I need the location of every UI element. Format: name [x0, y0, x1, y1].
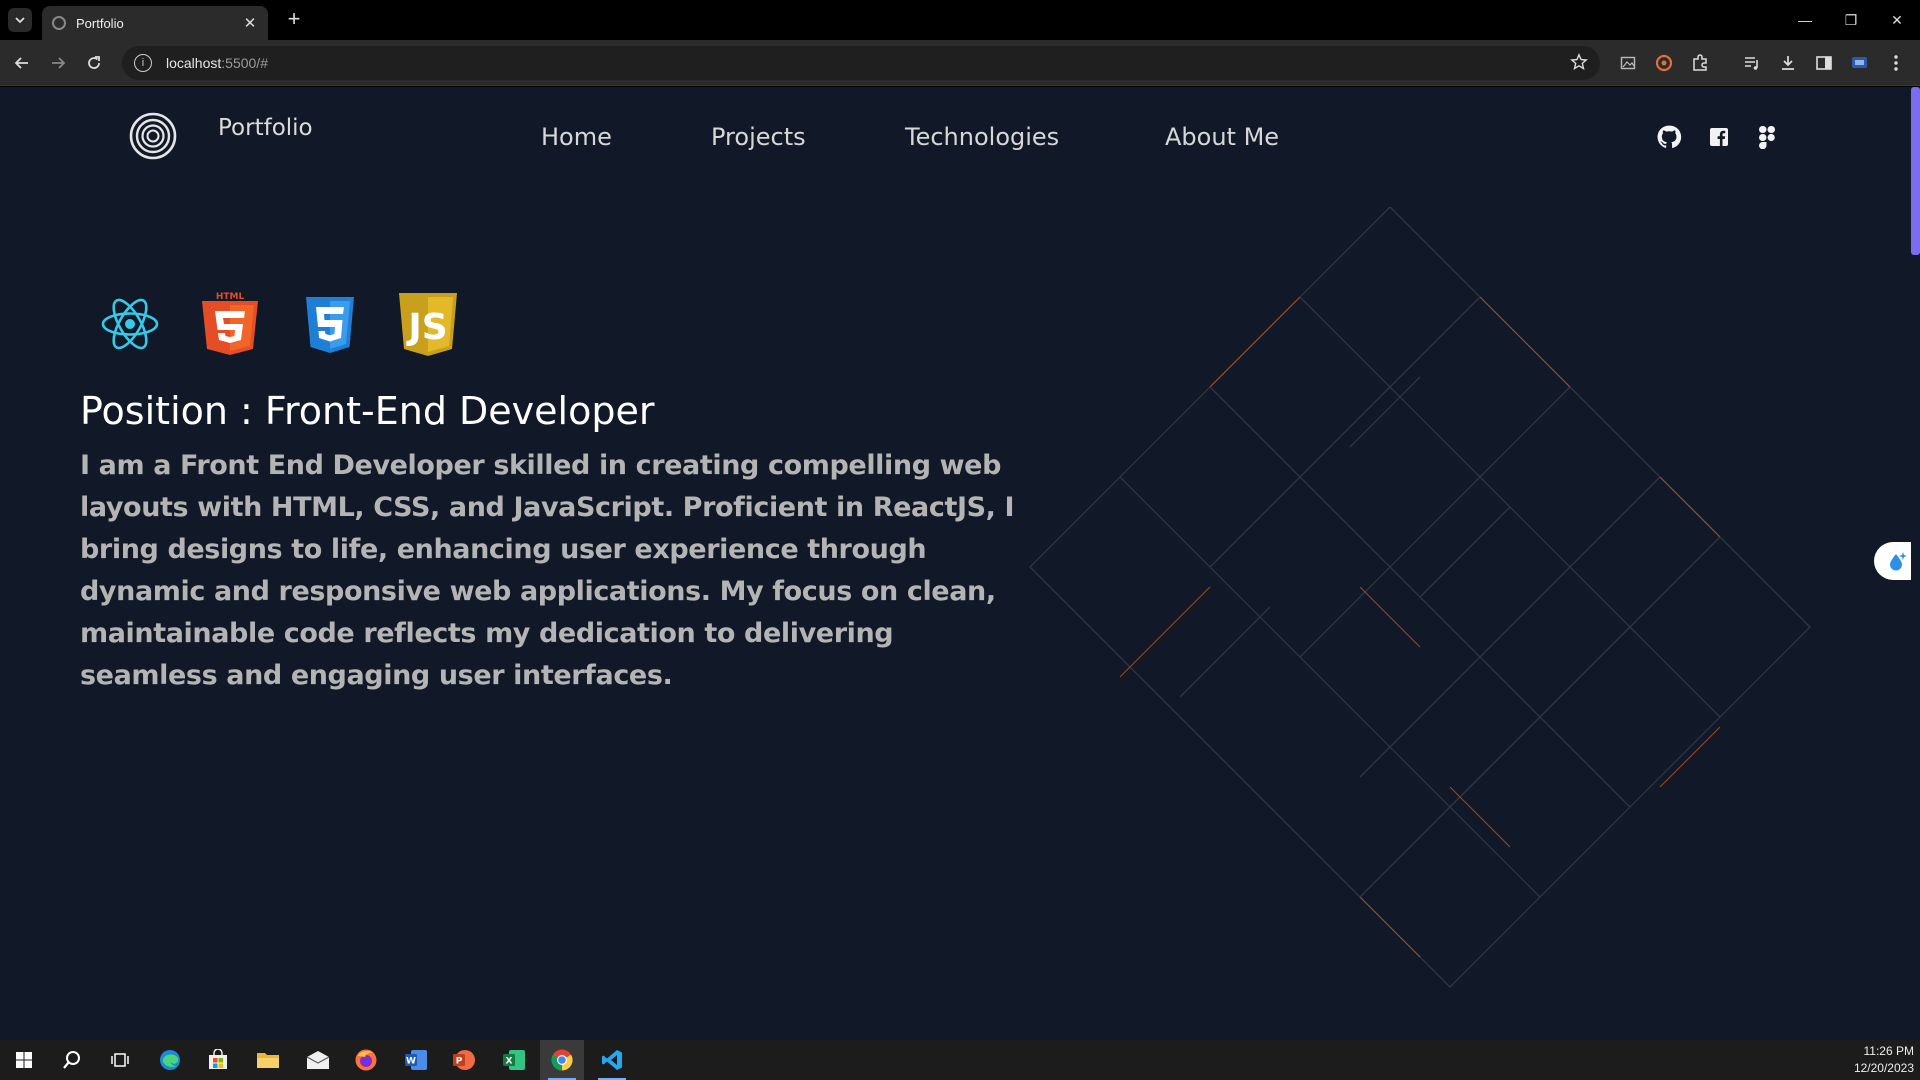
- taskbar-excel[interactable]: X: [492, 1040, 536, 1080]
- tab-search-button[interactable]: [8, 8, 32, 32]
- github-icon[interactable]: [1655, 123, 1683, 151]
- firefox-icon: [355, 1049, 377, 1071]
- taskbar-powerpoint[interactable]: P: [442, 1040, 486, 1080]
- taskbar-store[interactable]: [196, 1040, 240, 1080]
- image-extension-icon[interactable]: [1616, 51, 1640, 75]
- restore-button[interactable]: ❐: [1828, 0, 1874, 40]
- page-scrollbar[interactable]: [1911, 87, 1920, 1040]
- vscode-icon: [602, 1050, 622, 1070]
- scrollbar-thumb[interactable]: [1911, 87, 1920, 255]
- store-icon: [209, 1049, 227, 1069]
- css3-icon: [303, 293, 357, 361]
- react-icon: [100, 295, 160, 357]
- browser-toolbar: i localhost:5500/#: [0, 40, 1920, 86]
- minimize-button[interactable]: —: [1782, 0, 1828, 40]
- bookmark-star-icon[interactable]: [1570, 53, 1588, 75]
- globe-icon: [52, 16, 66, 30]
- address-bar[interactable]: i localhost:5500/#: [122, 46, 1600, 80]
- side-panel-icon[interactable]: [1812, 51, 1836, 75]
- sparkle-drop-icon: [1890, 552, 1907, 571]
- taskbar-edge[interactable]: [148, 1040, 192, 1080]
- task-view-button[interactable]: [98, 1040, 142, 1080]
- url-host: localhost: [166, 55, 222, 71]
- folder-icon: [257, 1053, 279, 1068]
- back-button[interactable]: [10, 51, 34, 75]
- brand-name[interactable]: Portfolio: [218, 115, 313, 141]
- tab-title: Portfolio: [76, 15, 124, 31]
- reload-icon: [88, 56, 100, 69]
- colorful-extension-icon[interactable]: [1652, 51, 1676, 75]
- clock-time: 11:26 PM: [1863, 1044, 1914, 1058]
- taskbar-search-button[interactable]: [50, 1040, 94, 1080]
- task-view-icon: [111, 1053, 129, 1067]
- taskbar-file-explorer[interactable]: [246, 1040, 290, 1080]
- media-playlist-icon[interactable]: [1740, 51, 1764, 75]
- page-viewport: Portfolio Home Projects Technologies Abo…: [0, 87, 1920, 1040]
- site-info-icon[interactable]: i: [134, 54, 152, 72]
- position-title: Position : Front-End Developer: [80, 389, 655, 433]
- figma-icon[interactable]: [1753, 123, 1781, 151]
- search-icon: [63, 1051, 80, 1069]
- taskbar-firefox[interactable]: [344, 1040, 388, 1080]
- svg-text:X: X: [506, 1057, 513, 1067]
- nav-about-me[interactable]: About Me: [1165, 123, 1279, 151]
- nav-home[interactable]: Home: [541, 123, 612, 151]
- nav-projects[interactable]: Projects: [711, 123, 806, 151]
- start-button[interactable]: [2, 1040, 46, 1080]
- svg-text:P: P: [456, 1057, 463, 1067]
- close-window-button[interactable]: ✕: [1874, 0, 1920, 40]
- javascript-icon: JS: [397, 291, 459, 361]
- taskbar-word[interactable]: W: [394, 1040, 438, 1080]
- edge-icon: [160, 1050, 180, 1070]
- clock-date: 12/20/2023: [1853, 1061, 1914, 1075]
- html-badge-text: HTML: [216, 292, 245, 302]
- bio-paragraph: I am a Front End Developer skilled in cr…: [80, 450, 1015, 691]
- tab-strip: Portfolio ✕ + — ❐ ✕: [0, 0, 1920, 40]
- facebook-icon[interactable]: [1705, 123, 1733, 151]
- cast-icon[interactable]: [1848, 51, 1872, 75]
- tab-close-button[interactable]: ✕: [242, 14, 258, 32]
- taskbar-mail[interactable]: [296, 1040, 340, 1080]
- arrow-left-icon: [14, 57, 28, 69]
- logo-icon[interactable]: [128, 111, 178, 161]
- mail-icon: [306, 1051, 330, 1069]
- chevron-down-icon: [15, 17, 25, 24]
- url-path: :5500/#: [221, 55, 268, 71]
- html5-icon: HTML: [199, 291, 261, 359]
- system-clock[interactable]: 11:26 PM 12/20/2023: [1854, 1043, 1914, 1077]
- excel-icon: X: [503, 1050, 525, 1070]
- windows-taskbar: W P X 11:26 PM 12/20/2023: [0, 1040, 1920, 1080]
- forward-button[interactable]: [46, 51, 70, 75]
- background-line-art: [1029, 207, 1811, 988]
- word-icon: W: [405, 1050, 427, 1070]
- browser-tab[interactable]: Portfolio ✕: [42, 6, 268, 40]
- reload-button[interactable]: [82, 51, 106, 75]
- download-icon[interactable]: [1776, 51, 1800, 75]
- chrome-icon: [551, 1049, 573, 1071]
- browser-menu-icon[interactable]: [1884, 51, 1908, 75]
- taskbar-vscode[interactable]: [590, 1040, 634, 1080]
- windows-logo-icon: [16, 1052, 32, 1068]
- svg-text:W: W: [406, 1057, 416, 1067]
- powerpoint-icon: P: [453, 1050, 475, 1070]
- new-tab-button[interactable]: +: [282, 8, 306, 32]
- arrow-right-icon: [52, 57, 66, 69]
- taskbar-chrome[interactable]: [540, 1040, 584, 1080]
- nav-technologies[interactable]: Technologies: [905, 123, 1059, 151]
- js-badge-text: JS: [405, 307, 447, 348]
- extensions-puzzle-icon[interactable]: [1688, 51, 1712, 75]
